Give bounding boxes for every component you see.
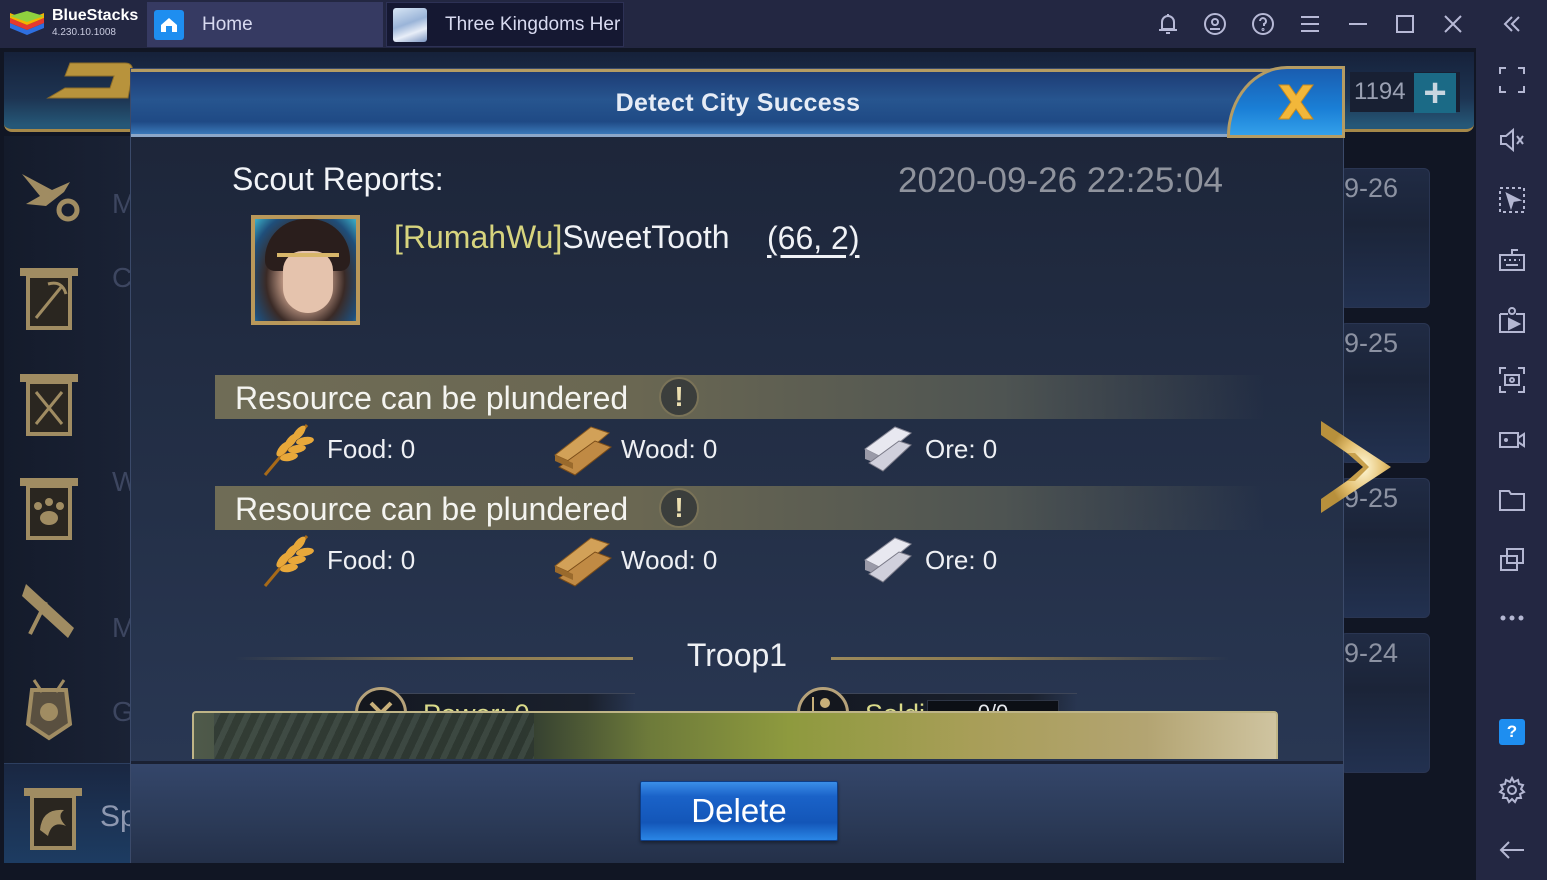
minimize-icon[interactable] bbox=[1345, 11, 1371, 37]
game-thumbnail-icon bbox=[393, 7, 427, 42]
record-icon[interactable] bbox=[1498, 426, 1526, 454]
report-timestamp: 2020-09-26 22:25:04 bbox=[898, 161, 1223, 200]
more-icon[interactable] bbox=[1498, 604, 1526, 632]
guild-crest-icon[interactable] bbox=[18, 676, 80, 742]
resource-ore: Ore: 0 bbox=[855, 419, 997, 479]
mail-category-menu: M C W M G bbox=[4, 136, 138, 766]
menu-item-selected[interactable]: Sp bbox=[4, 763, 137, 863]
resource-ore-label: Ore: 0 bbox=[925, 433, 998, 464]
bluestacks-logo-icon bbox=[10, 11, 44, 35]
resource-ore: Ore: 0 bbox=[855, 530, 997, 590]
screenshot-icon[interactable] bbox=[1498, 366, 1526, 394]
scroll-icon[interactable] bbox=[18, 578, 80, 644]
app-name: BlueStacks bbox=[52, 7, 139, 24]
multi-instance-icon[interactable] bbox=[1498, 546, 1526, 574]
add-resource-button[interactable]: + bbox=[1414, 73, 1456, 113]
wheat-icon bbox=[263, 424, 314, 476]
troop-title: Troop1 bbox=[686, 637, 788, 673]
paw-banner-icon[interactable] bbox=[18, 476, 80, 542]
pointer-select-icon[interactable] bbox=[1498, 186, 1526, 214]
tab-home-label: Home bbox=[202, 13, 253, 35]
tab-home[interactable]: Home bbox=[147, 2, 383, 47]
close-icon[interactable] bbox=[1440, 11, 1466, 37]
help-icon[interactable] bbox=[1250, 11, 1276, 37]
back-hook-ornament-icon[interactable] bbox=[40, 58, 135, 108]
report-card[interactable]: 9-24 bbox=[1340, 633, 1430, 773]
resource-food: Food: 0 bbox=[257, 530, 415, 590]
resource-wood-label: Wood: 0 bbox=[621, 433, 718, 464]
info-icon[interactable]: ! bbox=[659, 488, 699, 528]
tab-game-label: Three Kingdoms Her bbox=[445, 13, 621, 35]
dialog-footer: Delete bbox=[131, 761, 1343, 863]
resource-wood: Wood: 0 bbox=[551, 419, 717, 479]
delete-button[interactable]: Delete bbox=[640, 781, 838, 841]
resource-row: Food: 0 Wood: 0 Ore: 0 bbox=[215, 419, 1265, 479]
ore-ingot-icon bbox=[864, 426, 912, 472]
install-apk-icon[interactable] bbox=[1498, 306, 1526, 334]
wood-planks-icon bbox=[554, 426, 613, 476]
resource-section-title: Resource can be plundered bbox=[235, 380, 629, 416]
help-icon[interactable]: ? bbox=[1498, 718, 1526, 746]
resource-wood-label: Wood: 0 bbox=[621, 544, 718, 575]
keyboard-icon[interactable] bbox=[1498, 246, 1526, 274]
wheat-icon bbox=[263, 535, 314, 587]
resource-food-label: Food: 0 bbox=[327, 544, 416, 575]
resource-count: 1194 bbox=[1354, 78, 1406, 105]
settings-icon[interactable] bbox=[1498, 776, 1526, 804]
resource-food-label: Food: 0 bbox=[327, 433, 416, 464]
folder-icon[interactable] bbox=[1498, 486, 1526, 514]
collapse-sidebar-icon[interactable] bbox=[1499, 11, 1525, 37]
report-card[interactable]: 9-26 bbox=[1340, 168, 1430, 308]
maximize-icon[interactable] bbox=[1392, 11, 1418, 37]
player-name-text: SweetTooth bbox=[562, 219, 730, 255]
mute-icon[interactable] bbox=[1498, 126, 1526, 154]
account-icon[interactable] bbox=[1202, 11, 1228, 37]
info-icon[interactable]: ! bbox=[659, 377, 699, 417]
bell-icon[interactable] bbox=[1155, 11, 1181, 37]
pickaxe-banner-icon[interactable] bbox=[18, 266, 80, 332]
dialog-title: Detect City Success bbox=[615, 89, 861, 117]
report-date: 9-24 bbox=[1344, 638, 1399, 668]
resource-section-header: Resource can be plundered ! bbox=[215, 375, 1265, 419]
scout-reports-label: Scout Reports: bbox=[232, 161, 444, 197]
guild-tag: [RumahWu] bbox=[394, 219, 563, 255]
next-report-arrow-icon[interactable] bbox=[1317, 419, 1397, 519]
report-date: 9-25 bbox=[1344, 328, 1399, 358]
resource-section-header: Resource can be plundered ! bbox=[215, 486, 1265, 530]
coordinates-link[interactable]: (66, 2) bbox=[767, 220, 859, 257]
bluestacks-sidebar: ? bbox=[1476, 48, 1547, 880]
bluestacks-titlebar: BlueStacks 4.230.10.1008 Home Three King… bbox=[0, 0, 1547, 48]
wood-planks-icon bbox=[554, 537, 613, 587]
close-x-icon bbox=[1278, 84, 1314, 120]
tab-three-kingdoms[interactable]: Three Kingdoms Her bbox=[386, 2, 624, 47]
game-viewport: 1194 + M C W M G Sp 9-26 9-25 9-25 9-24 … bbox=[0, 48, 1476, 880]
player-name: [RumahWu]SweetTooth bbox=[394, 219, 730, 256]
app-version: 4.230.10.1008 bbox=[52, 27, 116, 38]
scout-report-dialog: Detect City Success Scout Reports: 2020-… bbox=[130, 66, 1391, 863]
report-date: 9-26 bbox=[1344, 173, 1399, 203]
resource-food: Food: 0 bbox=[257, 419, 415, 479]
crossed-swords-banner-icon[interactable] bbox=[18, 372, 80, 438]
fullscreen-icon[interactable] bbox=[1498, 66, 1526, 94]
resource-wood: Wood: 0 bbox=[551, 530, 717, 590]
resource-ore-label: Ore: 0 bbox=[925, 544, 998, 575]
eagle-banner-icon bbox=[24, 788, 82, 850]
scout-bird-gear-icon[interactable] bbox=[18, 160, 80, 226]
resource-row: Food: 0 Wood: 0 Ore: 0 bbox=[215, 530, 1265, 590]
resource-section-title: Resource can be plundered bbox=[235, 491, 629, 527]
menu-icon[interactable] bbox=[1297, 11, 1323, 37]
player-avatar[interactable] bbox=[251, 215, 360, 325]
dialog-header: Detect City Success bbox=[131, 69, 1345, 137]
ore-ingot-icon bbox=[864, 537, 912, 583]
back-icon[interactable] bbox=[1498, 836, 1526, 864]
battle-scene-image bbox=[192, 711, 1278, 759]
home-icon bbox=[154, 9, 184, 40]
